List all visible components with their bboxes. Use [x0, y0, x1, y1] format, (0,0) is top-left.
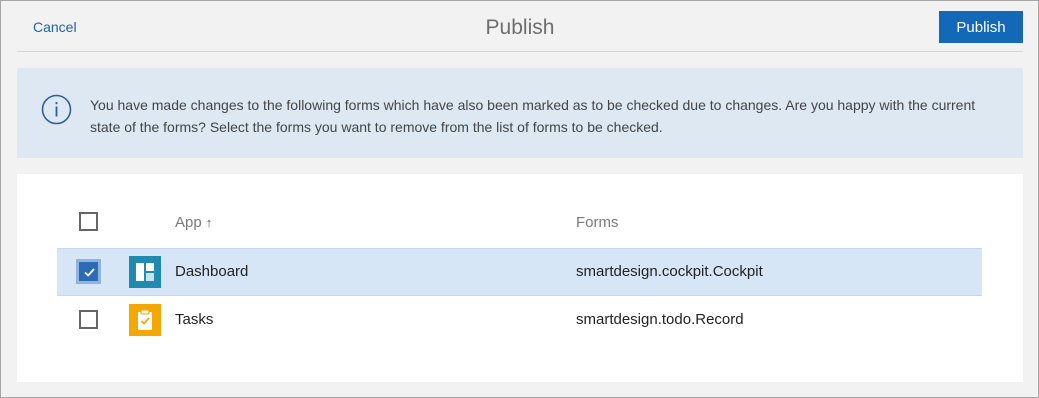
- row-form-name: smartdesign.todo.Record: [576, 311, 744, 328]
- row-form-name: smartdesign.cockpit.Cockpit: [576, 263, 763, 280]
- row-app-name: Dashboard: [175, 263, 249, 280]
- column-header-forms[interactable]: Forms: [576, 214, 619, 231]
- forms-table: App ↑ Forms Dashboard smartdesign.cockpit…: [17, 174, 1023, 382]
- sort-ascending-icon: ↑: [205, 215, 213, 230]
- table-row[interactable]: Dashboard smartdesign.cockpit.Cockpit: [57, 248, 982, 296]
- publish-button[interactable]: Publish: [939, 11, 1023, 43]
- table-header-row: App ↑ Forms: [57, 198, 982, 246]
- row-checkbox[interactable]: [79, 262, 98, 281]
- info-circle-icon: [41, 94, 72, 125]
- info-banner: You have made changes to the following f…: [17, 68, 1023, 158]
- row-checkbox[interactable]: [79, 310, 98, 329]
- dialog-header: Cancel Publish Publish: [17, 1, 1023, 52]
- column-header-app[interactable]: App ↑: [175, 214, 212, 231]
- dialog-title: Publish: [485, 16, 555, 39]
- tasks-app-icon: [129, 304, 161, 336]
- table-row[interactable]: Tasks smartdesign.todo.Record: [57, 296, 982, 344]
- dashboard-app-icon: [129, 256, 161, 288]
- column-header-app-label: App: [175, 214, 202, 231]
- row-app-name: Tasks: [175, 311, 214, 328]
- select-all-checkbox[interactable]: [79, 212, 98, 231]
- info-message: You have made changes to the following f…: [90, 97, 976, 135]
- publish-dialog: Cancel Publish Publish You have made cha…: [0, 0, 1039, 398]
- checkmark-icon: [84, 268, 95, 277]
